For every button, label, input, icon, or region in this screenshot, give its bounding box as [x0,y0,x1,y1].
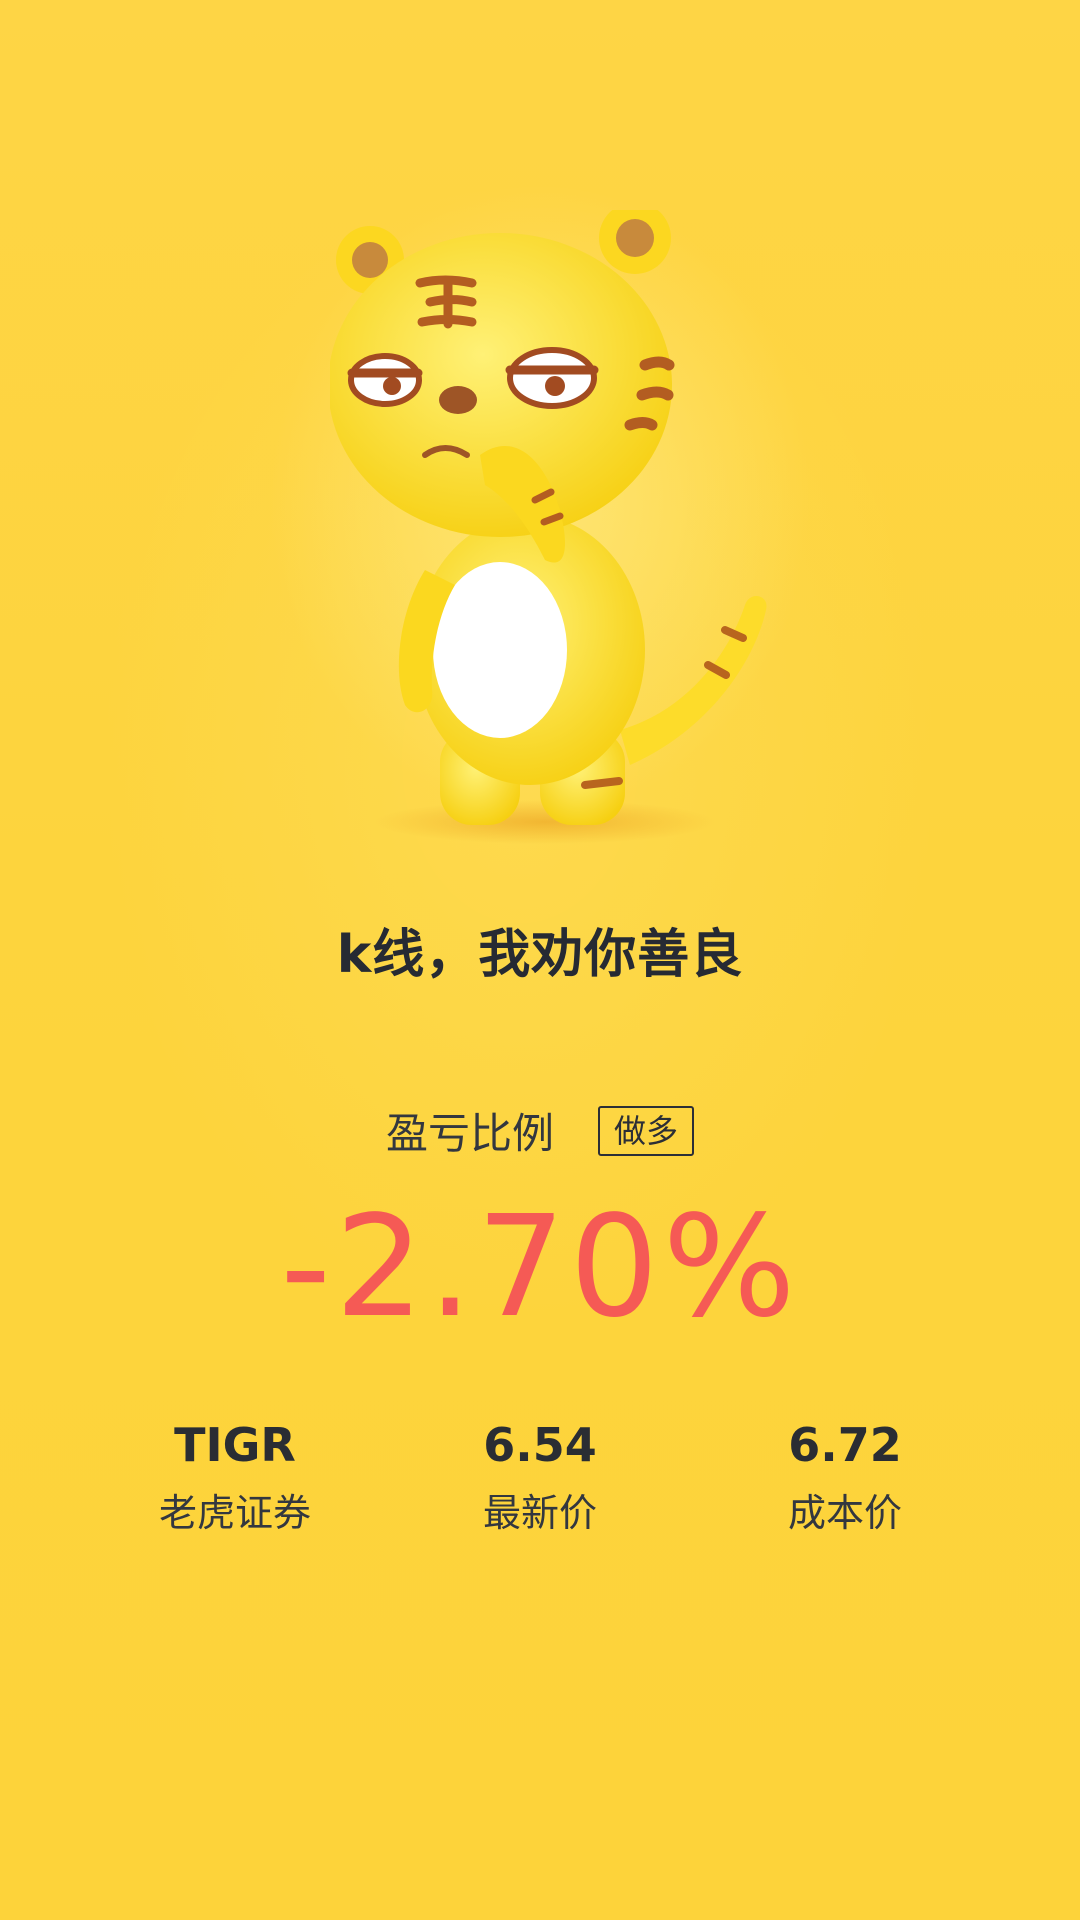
position-direction-badge: 做多 [598,1105,695,1156]
headline: k线，我劝你善良 [336,925,744,985]
latest-price-label: 最新价 [482,1491,597,1535]
cost-price-value: 6.72 [788,1418,902,1472]
stat-ticker: TIGR 老虎证券 [85,1415,385,1537]
pnl-ratio-value: -2.70% [280,1186,800,1349]
cost-price-label: 成本价 [787,1491,902,1535]
company-name: 老虎证券 [158,1491,311,1535]
ticker-symbol: TIGR [174,1418,296,1472]
latest-price-value: 6.54 [483,1418,597,1472]
pnl-ratio-row: 盈亏比例 做多 [0,1100,1080,1161]
pnl-ratio-label: 盈亏比例 [385,1109,554,1158]
tiger-mascot-icon [330,210,767,844]
stat-cost-price: 6.72 成本价 [695,1415,995,1537]
stat-latest-price: 6.54 最新价 [390,1415,690,1537]
